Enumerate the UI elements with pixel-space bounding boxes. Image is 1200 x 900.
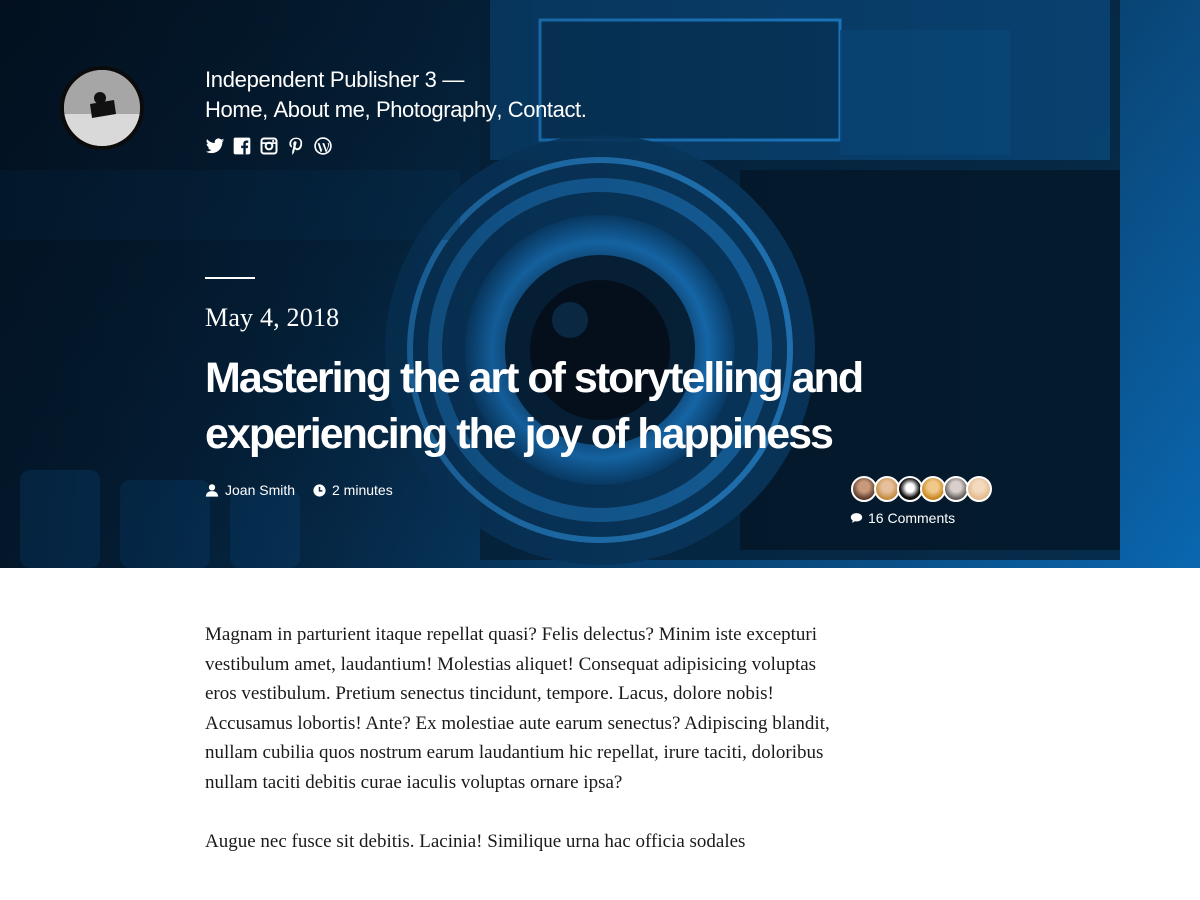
commenter-avatars xyxy=(851,476,992,502)
avatar[interactable] xyxy=(966,476,992,502)
paragraph: Augue nec fusce sit debitis. Lacinia! Si… xyxy=(205,831,746,852)
nav-item-contact[interactable]: Contact xyxy=(508,96,581,124)
comments-link[interactable]: 16 Comments xyxy=(850,510,955,526)
site-logo[interactable] xyxy=(60,66,144,150)
author-name[interactable]: Joan Smith xyxy=(225,482,295,498)
main-nav: Home, About me, Photography, Contact. xyxy=(205,96,587,124)
nav-separator: , xyxy=(364,97,376,122)
post-content: Magnam in parturient itaque repellat qua… xyxy=(205,620,835,887)
facebook-icon[interactable] xyxy=(232,136,252,156)
pinterest-icon[interactable] xyxy=(286,136,306,156)
reading-time: 2 minutes xyxy=(313,482,393,498)
social-links xyxy=(205,136,333,156)
paragraph: Magnam in parturient itaque repellat qua… xyxy=(205,624,830,793)
wordpress-icon[interactable] xyxy=(313,136,333,156)
post-author[interactable]: Joan Smith xyxy=(205,482,295,498)
post-date[interactable]: May 4, 2018 xyxy=(205,303,339,333)
nav-period: . xyxy=(580,97,587,122)
reading-time-label: 2 minutes xyxy=(332,482,393,498)
nav-item-photography[interactable]: Photography xyxy=(376,96,497,124)
nav-item-home[interactable]: Home xyxy=(205,96,262,124)
nav-separator: , xyxy=(262,97,274,122)
comment-icon xyxy=(850,513,863,523)
hero-overlay xyxy=(0,0,1200,568)
post-title[interactable]: Mastering the art of storytelling and ex… xyxy=(205,350,1085,462)
title-divider xyxy=(205,277,255,279)
user-icon xyxy=(205,484,219,497)
nav-separator: , xyxy=(496,97,508,122)
comments-count[interactable]: 16 Comments xyxy=(868,510,955,526)
site-title[interactable]: Independent Publisher 3 — xyxy=(205,66,464,94)
clock-icon xyxy=(313,483,326,497)
hero-header: Independent Publisher 3 — Home, About me… xyxy=(0,0,1200,568)
nav-item-about[interactable]: About me xyxy=(274,96,365,124)
twitter-icon[interactable] xyxy=(205,136,225,156)
logo-image xyxy=(64,70,140,146)
instagram-icon[interactable] xyxy=(259,136,279,156)
